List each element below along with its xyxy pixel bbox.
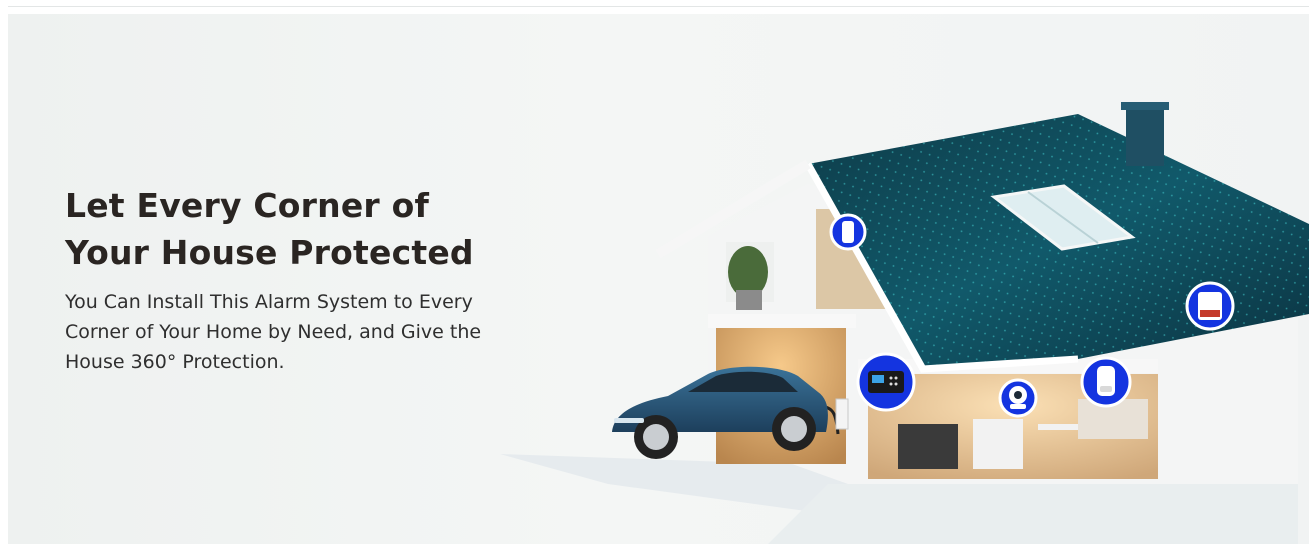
siren-icon[interactable] — [1185, 281, 1235, 331]
ground — [768, 484, 1298, 544]
house-illustration — [500, 102, 1309, 544]
alarm-panel-icon[interactable] — [856, 352, 916, 412]
pir-sensor-icon[interactable] — [1080, 356, 1132, 408]
ev-charger — [835, 398, 849, 430]
cabinet — [898, 424, 958, 469]
door-sensor-icon[interactable] — [829, 213, 867, 251]
appliance — [973, 419, 1023, 469]
chimney — [1126, 106, 1164, 166]
garage-lintel — [708, 314, 856, 328]
plant-pot — [736, 290, 762, 310]
ip-camera-icon[interactable] — [998, 378, 1038, 418]
hero-banner: Let Every Corner of Your House Protected… — [8, 14, 1309, 544]
top-divider — [8, 6, 1309, 7]
